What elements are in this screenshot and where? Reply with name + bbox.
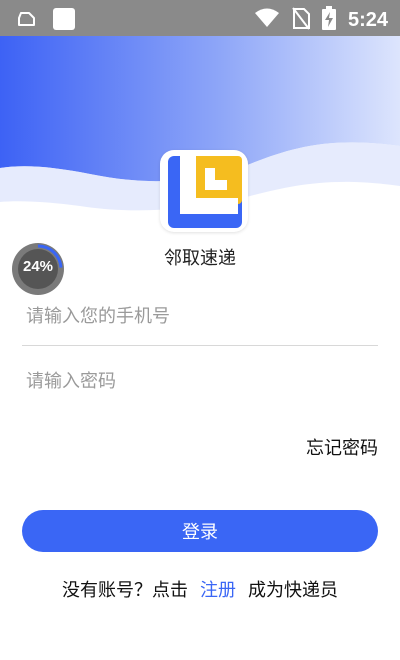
register-prefix: 没有账号？点击: [62, 580, 188, 601]
app-logo: [160, 150, 248, 232]
register-line: 没有账号？点击 注册 成为快递员: [0, 576, 400, 602]
status-bar: 5:24: [0, 0, 400, 36]
cloud-outline-icon: [16, 9, 38, 33]
status-time: 5:24: [347, 8, 388, 31]
wifi-icon: [254, 7, 280, 33]
password-input[interactable]: [22, 361, 378, 401]
forgot-password-link[interactable]: 忘记密码: [306, 434, 378, 460]
app-logo-icon: [168, 156, 242, 228]
app-square-icon: [52, 7, 76, 35]
login-button[interactable]: 登录: [22, 510, 378, 552]
register-link[interactable]: 注册: [200, 580, 236, 601]
register-suffix: 成为快递员: [248, 580, 338, 601]
progress-bubble[interactable]: 24%: [10, 241, 66, 297]
progress-label: 24%: [22, 258, 54, 275]
no-sim-icon: [292, 6, 310, 34]
input-divider: [22, 345, 378, 346]
login-screen: 5:24 邻取速递 24% 请输入您的手机号 忘记密码 登录 没有账号？点击 注…: [0, 0, 400, 660]
battery-charging-icon: [321, 6, 336, 34]
phone-input[interactable]: [22, 296, 378, 336]
